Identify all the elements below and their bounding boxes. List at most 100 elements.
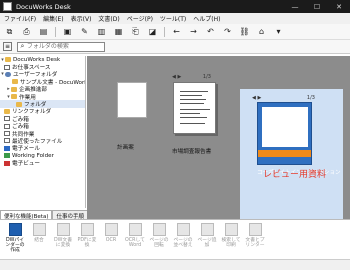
prev-page-icon[interactable]: ◀ [252, 95, 256, 101]
grid-view-icon[interactable]: ▦ [113, 26, 124, 37]
convert-dw-button[interactable]: DW文書に変換 [52, 220, 74, 256]
rotate-icon [152, 223, 166, 236]
status-bar [0, 259, 350, 270]
ocr-word-button[interactable]: OCRしてWord [124, 220, 146, 256]
print-icon[interactable]: ⎙ [21, 26, 32, 37]
search-print-icon [224, 223, 238, 236]
tree-item-planning[interactable]: ▸ 企画推進部 [0, 86, 85, 93]
cover-image [262, 107, 308, 147]
layout-icon[interactable]: ▥ [96, 26, 107, 37]
pdf-icon [80, 223, 94, 236]
tree-item-mail[interactable]: 電子メール [0, 145, 85, 152]
shared-icon [4, 131, 10, 137]
document-thumbnail[interactable] [257, 102, 312, 165]
more-icon[interactable]: ▾ [273, 26, 284, 37]
tab-useful-features[interactable]: 便利な機能(Beta) [0, 210, 53, 220]
create-binder-button[interactable]: DWパインダーの作成 [4, 220, 26, 256]
tab-work-procedure[interactable]: 仕事の手順 [52, 210, 88, 220]
search-row: ≡ ⌕ [0, 40, 350, 54]
menu-edit[interactable]: 編集(E) [43, 14, 63, 23]
page-nav: ◀ ▶ 1/3 [252, 95, 332, 101]
toolbar: ⧉ ⎙ ▤ ▣ ✎ ▥ ▦ ⎗ ◪ ← → ↶ ↷ ⛓ ⌂ ▾ [0, 24, 350, 40]
document-printer-button[interactable]: 文書とプリンター [244, 220, 266, 256]
back-arrow-icon[interactable]: ← [171, 26, 182, 37]
forward-arrow-icon[interactable]: → [188, 26, 199, 37]
merge-button[interactable]: 結合 [28, 220, 50, 256]
scan-icon[interactable]: ⎗ [130, 26, 141, 37]
copy-icon[interactable]: ⧉ [4, 26, 15, 37]
rotate-page-button[interactable]: ページの回転 [148, 220, 170, 256]
workspace-icon [4, 64, 10, 70]
ocr-icon [104, 223, 118, 236]
bottom-action-bar: DWパインダーの作成 結合 DW文書に変換 PDFに変換 OCR OCRしてWo… [0, 219, 350, 259]
link-folder-icon [4, 108, 10, 114]
viewer-icon[interactable]: ▤ [38, 26, 49, 37]
menu-view[interactable]: 表示(V) [71, 14, 92, 23]
review-caption: レビュー用資料 [263, 170, 327, 180]
add-page-icon [200, 223, 214, 236]
binder-icon[interactable]: ▣ [62, 26, 73, 37]
toolbar-divider [55, 26, 56, 37]
document-label: 計画案 [117, 145, 134, 151]
menu-document[interactable]: 文書(D) [98, 14, 119, 23]
folder-icon [11, 86, 17, 92]
trash-icon [4, 116, 10, 122]
tree-item-label: 電子メール [12, 146, 40, 153]
menu-page[interactable]: ページ(P) [127, 14, 153, 23]
toolbar-divider [164, 26, 165, 37]
working-folder-icon [4, 153, 10, 159]
reorder-pages-button[interactable]: ページの並べ替え [172, 220, 194, 256]
tag-icon[interactable]: ⌂ [256, 26, 267, 37]
convert-icon [56, 223, 70, 236]
prev-page-icon[interactable]: ◀ [172, 74, 176, 80]
document-label: 市場調査報告書 [172, 149, 212, 155]
tree-item-label: Working Folder [12, 152, 54, 159]
folder-search-box: ⌕ [17, 41, 105, 52]
close-button[interactable]: ✕ [328, 0, 350, 13]
window-controls: — ☐ ✕ [284, 0, 350, 13]
next-page-icon[interactable]: ▶ [177, 74, 181, 80]
redo-icon[interactable]: ↷ [222, 26, 233, 37]
next-page-icon[interactable]: ▶ [257, 95, 261, 101]
mail-icon [4, 145, 10, 151]
viewer-icon [4, 160, 10, 166]
minimize-button[interactable]: — [284, 0, 306, 13]
annotation-icon[interactable]: ✎ [79, 26, 90, 37]
cover-band [258, 150, 311, 157]
search-print-button[interactable]: 検索して印刷 [220, 220, 242, 256]
folder-icon [16, 101, 22, 107]
user-folder-icon [5, 71, 11, 77]
document-thumbnail[interactable] [173, 82, 216, 134]
page-count: 1/3 [306, 95, 315, 101]
add-page-button[interactable]: ページ追加 [196, 220, 218, 256]
ocr-button[interactable]: OCR [100, 220, 122, 256]
undo-icon[interactable]: ↶ [205, 26, 216, 37]
folder-tree: ▾ DocuWorks Desk お仕事スペース ▾ ユーザーフォルダ サンプル… [0, 56, 86, 208]
sidebar-toggle-button[interactable]: ≡ [3, 42, 12, 51]
maximize-button[interactable]: ☐ [306, 0, 328, 13]
tree-item-label: DocuWorks Desk [13, 56, 61, 63]
merge-icon [32, 223, 46, 236]
window-title: DocuWorks Desk [16, 2, 71, 11]
link-icon[interactable]: ⛓ [239, 26, 250, 37]
reorder-icon [176, 223, 190, 236]
trash-icon [4, 123, 10, 129]
app-logo-icon [3, 2, 12, 11]
stamp-icon[interactable]: ◪ [147, 26, 158, 37]
title-bar: DocuWorks Desk — ☐ ✕ [0, 0, 350, 13]
document-thumbnail[interactable] [117, 82, 147, 118]
printer-icon [248, 223, 262, 236]
menu-help[interactable]: ヘルプ(H) [193, 14, 220, 23]
folder-icon [12, 79, 18, 85]
recent-files-icon [4, 138, 10, 144]
convert-pdf-button[interactable]: PDFに変換 [76, 220, 98, 256]
menu-file[interactable]: ファイル(F) [4, 14, 36, 23]
folder-search-input[interactable] [26, 43, 104, 50]
search-icon: ⌕ [20, 42, 25, 50]
menu-tools[interactable]: ツール(T) [160, 14, 186, 23]
tree-item-viewer[interactable]: 電子ビュー [0, 159, 85, 167]
sidebar-tabs: 便利な機能(Beta) 仕事の手順 [0, 210, 88, 220]
binder-icon [8, 223, 22, 236]
word-icon [128, 223, 142, 236]
page-count: 1/3 [202, 74, 211, 80]
